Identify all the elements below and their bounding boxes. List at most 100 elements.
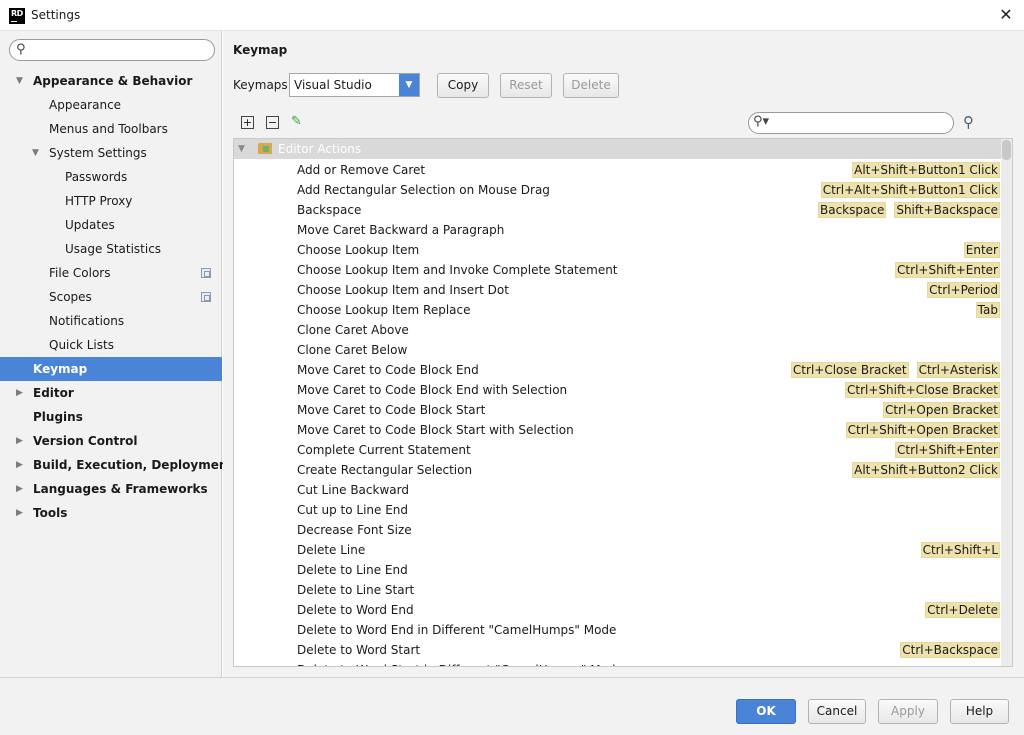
action-row[interactable]: Choose Lookup Item and Insert Dot Ctrl+Pe… (234, 280, 1002, 300)
action-row[interactable]: Delete to Word End in Different "CamelHu… (234, 620, 1002, 640)
action-name: Choose Lookup Item Replace (297, 303, 471, 317)
shortcut-list: Ctrl+Period (927, 282, 1000, 298)
delete-button[interactable]: Delete (563, 73, 619, 98)
action-row[interactable]: Move Caret to Code Block Start Ctrl+Open … (234, 400, 1002, 420)
edit-pencil-icon[interactable]: ✎ (290, 115, 303, 129)
shortcut-badge: Enter (963, 242, 1000, 258)
action-row[interactable]: Backspace Backspace Shift+Backspace (234, 200, 1002, 220)
sidebar-item-tools[interactable]: ▶ Tools (0, 501, 222, 525)
action-name: Decrease Font Size (297, 523, 412, 537)
sidebar-item-label: File Colors (49, 266, 111, 280)
sidebar-item-keymap[interactable]: Keymap (0, 357, 222, 381)
sidebar-item-usage-statistics[interactable]: Usage Statistics (0, 237, 222, 261)
sidebar-item-quick-lists[interactable]: Quick Lists (0, 333, 222, 357)
collapse-all-icon[interactable]: − (266, 116, 279, 129)
sidebar-item-editor[interactable]: ▶ Editor (0, 381, 222, 405)
action-row[interactable]: Create Rectangular Selection Alt+Shift+Bu… (234, 460, 1002, 480)
sidebar-item-label: HTTP Proxy (65, 194, 133, 208)
chevron-right-icon[interactable]: ▶ (16, 381, 26, 405)
shortcut-badge: Ctrl+Period (927, 282, 1000, 298)
chevron-right-icon[interactable]: ▶ (16, 477, 26, 501)
cancel-button[interactable]: Cancel (808, 699, 866, 724)
help-button[interactable]: Help (950, 699, 1009, 724)
sidebar-item-notifications[interactable]: Notifications (0, 309, 222, 333)
sidebar-item-label: Updates (65, 218, 115, 232)
action-name: Cut Line Backward (297, 483, 409, 497)
keymap-select[interactable]: Visual Studio ▼ (289, 73, 420, 97)
sidebar-item-file-colors[interactable]: File Colors (0, 261, 222, 285)
keymaps-label: Keymaps: (233, 78, 292, 92)
find-by-shortcut-icon[interactable]: ⚲ (963, 113, 974, 131)
action-row[interactable]: Delete to Word Start in Different "Camel… (234, 660, 1002, 666)
action-name: Move Caret to Code Block End (297, 363, 479, 377)
sidebar-item-passwords[interactable]: Passwords (0, 165, 222, 189)
apply-button[interactable]: Apply (878, 699, 938, 724)
action-row[interactable]: Delete to Word End Ctrl+Delete (234, 600, 1002, 620)
action-row[interactable]: Cut Line Backward (234, 480, 1002, 500)
sidebar-item-version-control[interactable]: ▶ Version Control (0, 429, 222, 453)
ok-button[interactable]: OK (736, 699, 796, 724)
chevron-right-icon[interactable]: ▶ (16, 429, 26, 453)
action-name: Delete to Word End in Different "CamelHu… (297, 623, 617, 637)
action-row[interactable]: Move Caret to Code Block Start with Sele… (234, 420, 1002, 440)
action-row[interactable]: Cut up to Line End (234, 500, 1002, 520)
sidebar-item-label: Languages & Frameworks (33, 482, 208, 496)
action-row[interactable]: Move Caret to Code Block End with Select… (234, 380, 1002, 400)
sidebar-item-languages-frameworks[interactable]: ▶ Languages & Frameworks (0, 477, 222, 501)
action-row[interactable]: Decrease Font Size (234, 520, 1002, 540)
vertical-scrollbar[interactable] (1001, 139, 1012, 666)
sidebar-item-appearance[interactable]: Appearance (0, 93, 222, 117)
sidebar-item-label: Passwords (65, 170, 128, 184)
action-row[interactable]: Clone Caret Above (234, 320, 1002, 340)
shortcut-list: Ctrl+Open Bracket (883, 402, 1000, 418)
action-row[interactable]: Choose Lookup Item Enter (234, 240, 1002, 260)
shortcut-badge: Ctrl+Backspace (900, 642, 1000, 658)
action-row[interactable]: Add Rectangular Selection on Mouse Drag C… (234, 180, 1002, 200)
action-name: Cut up to Line End (297, 503, 409, 517)
action-name: Move Caret to Code Block End with Select… (297, 383, 568, 397)
action-name: Delete to Word End (297, 603, 414, 617)
action-row[interactable]: Complete Current Statement Ctrl+Shift+Ent… (234, 440, 1002, 460)
expand-all-icon[interactable]: + (241, 116, 254, 129)
chevron-right-icon[interactable]: ▶ (16, 453, 26, 477)
sidebar-item-label: System Settings (49, 146, 147, 160)
chevron-down-icon[interactable]: ▼ (399, 74, 419, 96)
action-row[interactable]: Delete Line Ctrl+Shift+L (234, 540, 1002, 560)
action-row[interactable]: Delete to Word Start Ctrl+Backspace (234, 640, 1002, 660)
action-row[interactable]: Move Caret to Code Block End Ctrl+Close B… (234, 360, 1002, 380)
sidebar-item-menus-and-toolbars[interactable]: Menus and Toolbars (0, 117, 222, 141)
action-row[interactable]: Clone Caret Below (234, 340, 1002, 360)
sidebar-item-updates[interactable]: Updates (0, 213, 222, 237)
shortcut-list: Ctrl+Shift+Close Bracket (845, 382, 1000, 398)
action-search-input[interactable]: ⚲▾ (748, 112, 954, 134)
action-row[interactable]: Choose Lookup Item and Invoke Complete S… (234, 260, 1002, 280)
shortcut-badge: Alt+Shift+Button2 Click (852, 462, 1000, 478)
reset-button[interactable]: Reset (500, 73, 552, 98)
chevron-down-icon[interactable]: ▼ (32, 141, 42, 165)
action-name: Backspace (297, 203, 362, 217)
action-row[interactable]: Add or Remove Caret Alt+Shift+Button1 Cli… (234, 160, 1002, 180)
close-icon[interactable]: ✕ (998, 5, 1014, 24)
sidebar-item-appearance-behavior[interactable]: ▼ Appearance & Behavior (0, 69, 222, 93)
sidebar-item-label: Editor (33, 386, 74, 400)
chevron-down-icon[interactable]: ▼ (16, 69, 26, 93)
group-header[interactable]: ▼ Editor Actions (234, 139, 1002, 159)
scrollbar-thumb[interactable] (1002, 140, 1011, 160)
window-title: Settings (31, 8, 81, 22)
search-icon: ⚲▾ (753, 114, 770, 129)
sidebar-item-system-settings[interactable]: ▼ System Settings (0, 141, 222, 165)
chevron-down-icon[interactable]: ▼ (238, 142, 248, 156)
sidebar-item-plugins[interactable]: Plugins (0, 405, 222, 429)
shortcut-badge: Tab (975, 302, 1000, 318)
action-row[interactable]: Delete to Line End (234, 560, 1002, 580)
action-row[interactable]: Move Caret Backward a Paragraph (234, 220, 1002, 240)
action-name: Clone Caret Below (297, 343, 408, 357)
chevron-right-icon[interactable]: ▶ (16, 501, 26, 525)
sidebar-item-scopes[interactable]: Scopes (0, 285, 222, 309)
action-row[interactable]: Choose Lookup Item Replace Tab (234, 300, 1002, 320)
copy-button[interactable]: Copy (437, 73, 489, 98)
sidebar-item-http-proxy[interactable]: HTTP Proxy (0, 189, 222, 213)
sidebar-item-build-execution-deployment[interactable]: ▶ Build, Execution, Deployment (0, 453, 233, 477)
settings-search-input[interactable]: ⚲ (9, 39, 215, 61)
action-row[interactable]: Delete to Line Start (234, 580, 1002, 600)
